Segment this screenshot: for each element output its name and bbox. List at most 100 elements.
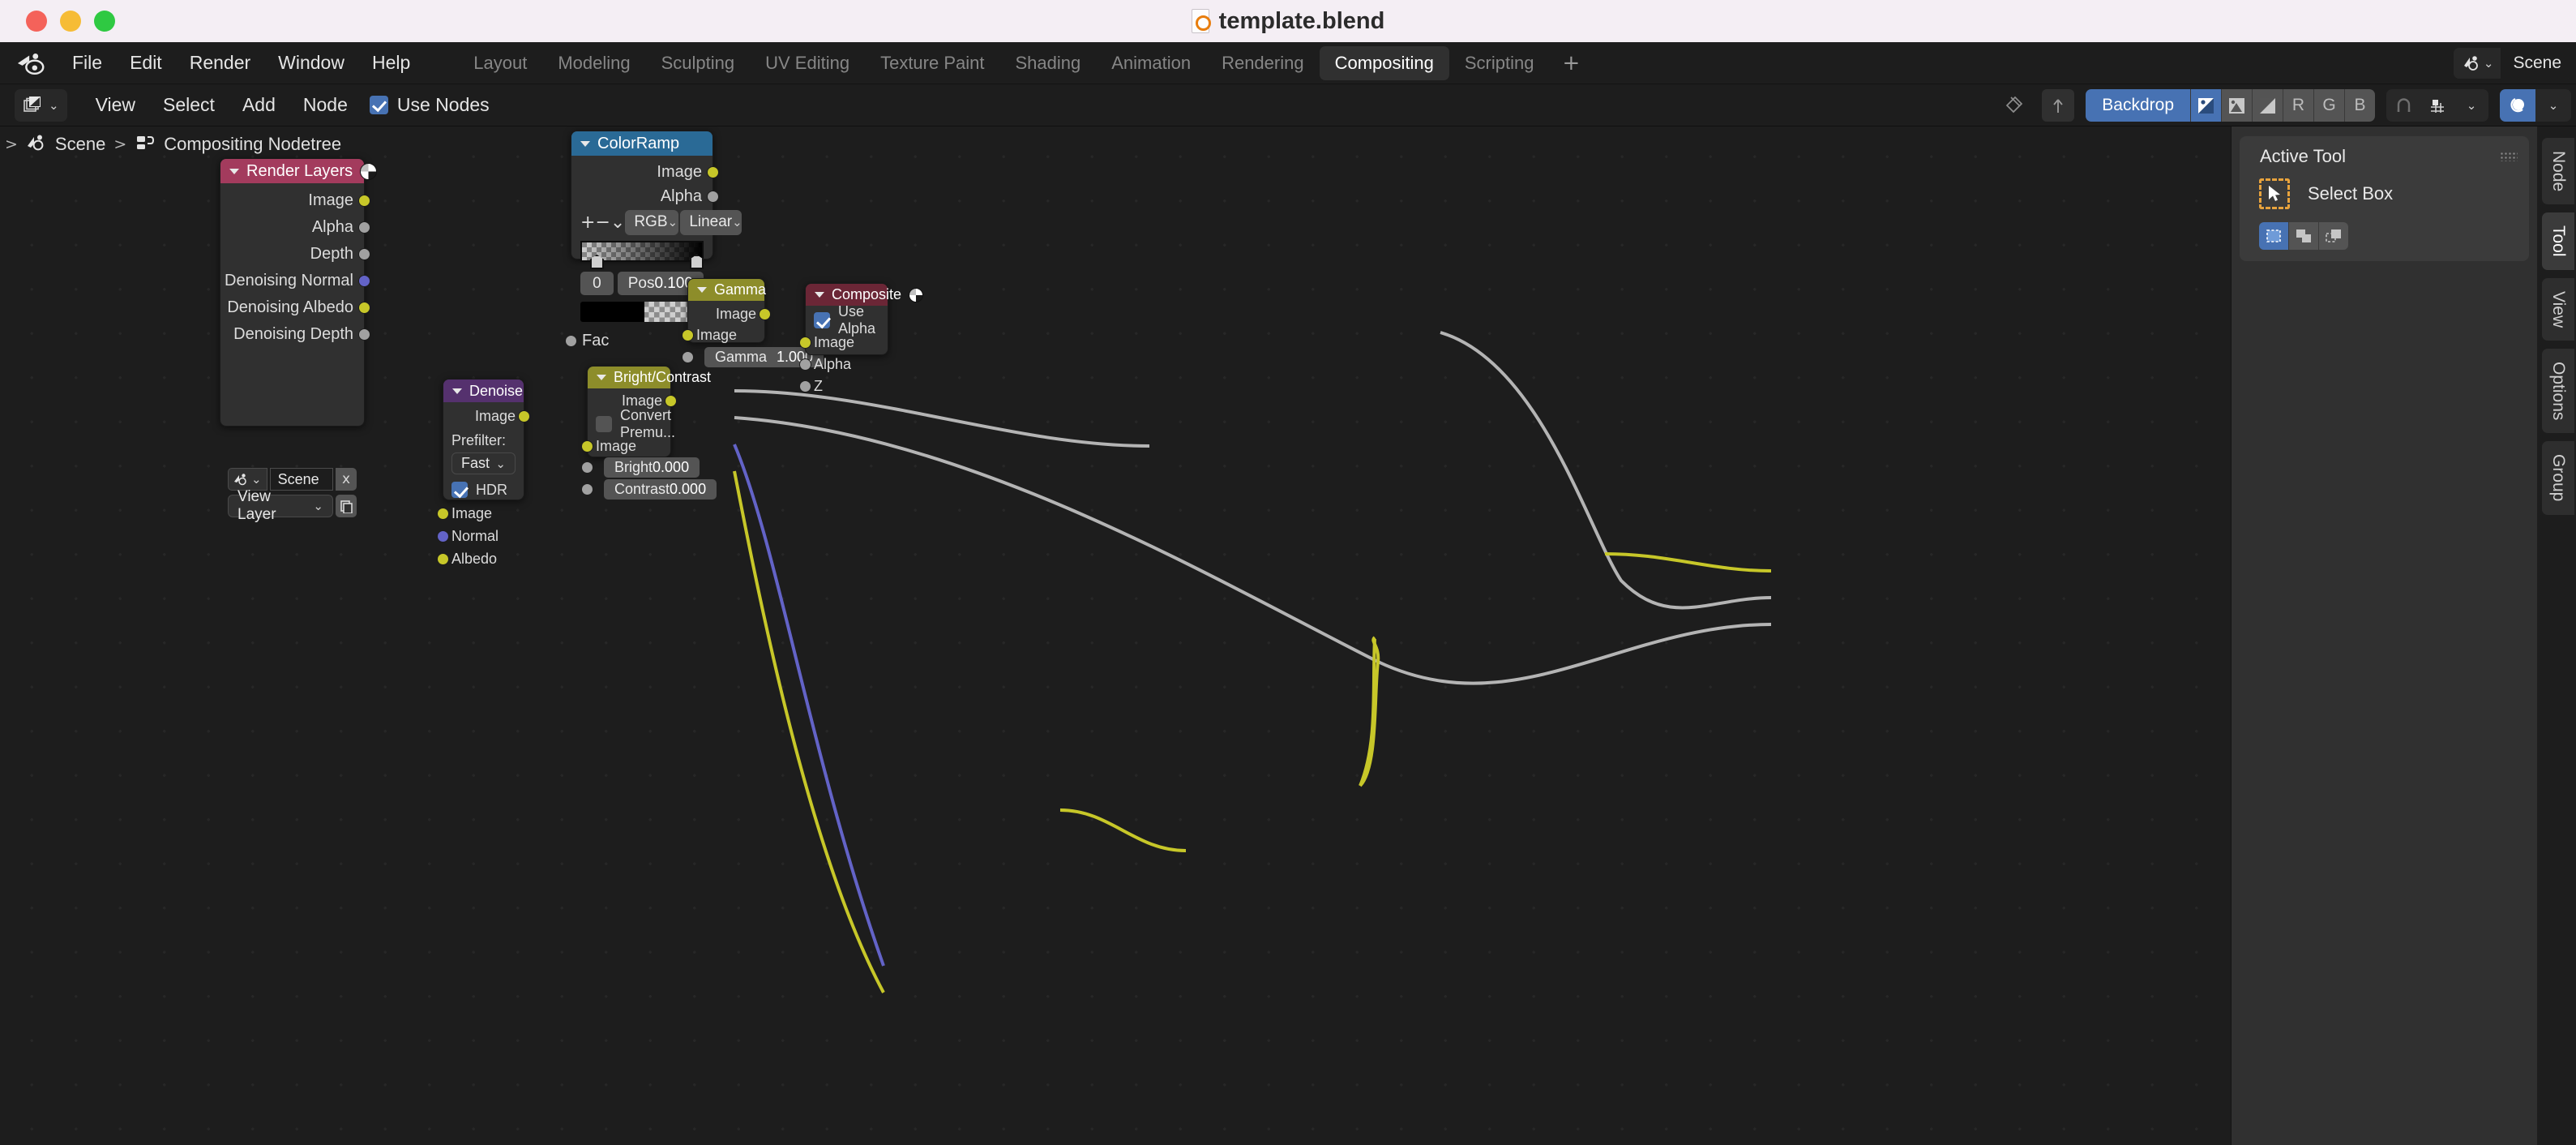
channel-color-alpha-icon[interactable] xyxy=(2190,89,2221,122)
input-socket-normal[interactable] xyxy=(437,530,449,542)
contrast-field[interactable]: Contrast 0.000 xyxy=(604,479,717,500)
breadcrumb-item-scene[interactable]: Scene xyxy=(55,134,105,155)
bright-field[interactable]: Bright 0.000 xyxy=(604,457,700,478)
use-alpha-toggle[interactable]: Use Alpha xyxy=(806,303,888,337)
sidebar-tab-tool[interactable]: Tool xyxy=(2542,212,2574,270)
color-mode-dropdown[interactable]: RGB ⌄ xyxy=(625,209,679,235)
hdr-toggle[interactable]: HDR xyxy=(443,478,524,502)
channel-color-icon[interactable] xyxy=(2221,89,2252,122)
extend-selection-icon[interactable] xyxy=(2289,222,2318,250)
use-nodes-toggle[interactable]: Use Nodes xyxy=(369,94,490,116)
remove-stop-button[interactable]: − xyxy=(595,210,610,234)
workspace-tab-shading[interactable]: Shading xyxy=(999,46,1096,80)
node-bright-contrast[interactable]: Bright/Contrast Image Convert Premu... I… xyxy=(581,366,717,500)
collapse-triangle-icon[interactable] xyxy=(452,388,462,394)
colorramp-menu-icon[interactable]: ⌄ xyxy=(610,210,625,234)
node-header[interactable]: Bright/Contrast xyxy=(588,367,711,388)
output-socket-image[interactable] xyxy=(707,165,719,178)
input-socket-image[interactable] xyxy=(437,507,449,520)
menu-render[interactable]: Render xyxy=(176,49,264,77)
use-alpha-checkbox[interactable] xyxy=(814,312,830,328)
channel-g-button[interactable]: G xyxy=(2313,89,2344,122)
scene-name-input[interactable]: Scene xyxy=(269,468,333,491)
output-socket-image[interactable] xyxy=(665,395,677,407)
workspace-tab-modeling[interactable]: Modeling xyxy=(542,46,645,80)
output-socket-image[interactable] xyxy=(518,410,530,422)
output-socket-image[interactable] xyxy=(358,195,370,207)
workspace-tab-texture-paint[interactable]: Texture Paint xyxy=(865,46,999,80)
scene-icon-button[interactable]: ⌄ xyxy=(228,468,267,491)
node-header[interactable]: Denoise xyxy=(443,380,524,402)
input-socket-image[interactable] xyxy=(682,329,694,341)
node-header[interactable]: Composite xyxy=(806,284,924,306)
output-socket-depth[interactable] xyxy=(358,248,370,260)
chevron-down-icon[interactable]: ⌄ xyxy=(2454,89,2488,122)
minimize-window-button[interactable] xyxy=(60,11,81,32)
panel-drag-grip[interactable] xyxy=(2500,152,2518,161)
copy-icon[interactable] xyxy=(336,495,357,517)
subtract-selection-icon[interactable] xyxy=(2319,222,2348,250)
menu-file[interactable]: File xyxy=(58,49,116,77)
hdr-checkbox[interactable] xyxy=(451,482,468,498)
sidebar-tab-options[interactable]: Options xyxy=(2542,348,2574,434)
ne-menu-select[interactable]: Select xyxy=(149,91,229,119)
colorramp-color-swatch[interactable] xyxy=(580,302,704,322)
input-socket-image[interactable] xyxy=(799,337,811,349)
overlays-icon[interactable] xyxy=(2500,89,2535,122)
sidebar-tab-node[interactable]: Node xyxy=(2542,138,2574,205)
colorramp-gradient-bar[interactable] xyxy=(580,241,704,269)
output-socket-denoising-albedo[interactable] xyxy=(358,302,370,314)
magnet-icon[interactable] xyxy=(2386,89,2420,122)
clear-scene-button[interactable]: x xyxy=(336,468,357,491)
channel-b-button[interactable]: B xyxy=(2344,89,2375,122)
ne-menu-node[interactable]: Node xyxy=(289,91,362,119)
breadcrumb-item-nodetree[interactable]: Compositing Nodetree xyxy=(164,134,341,155)
input-socket-z[interactable] xyxy=(799,380,811,392)
node-header[interactable]: Gamma xyxy=(688,279,766,301)
input-socket-contrast[interactable] xyxy=(581,483,593,495)
sidebar-tab-group[interactable]: Group xyxy=(2542,441,2574,515)
workspace-tab-layout[interactable]: Layout xyxy=(458,46,542,80)
collapse-triangle-icon[interactable] xyxy=(697,287,707,293)
view-layer-dropdown[interactable]: View Layer ⌄ xyxy=(228,488,333,523)
snap-grid-icon[interactable] xyxy=(2420,89,2454,122)
maximize-window-button[interactable] xyxy=(94,11,115,32)
scene-selector[interactable]: ⌄ Scene xyxy=(2453,48,2573,79)
output-socket-alpha[interactable] xyxy=(358,221,370,234)
input-socket-albedo[interactable] xyxy=(437,552,449,565)
input-socket-bright[interactable] xyxy=(581,461,593,474)
node-denoise[interactable]: Denoise Image Prefilter: Fast ⌄ HDR Imag… xyxy=(437,379,530,567)
scene-name-value[interactable]: Scene xyxy=(2501,48,2573,79)
pin-icon[interactable] xyxy=(1998,89,2030,122)
editor-type-selector[interactable]: ⌄ xyxy=(15,88,67,122)
sidebar-tab-view[interactable]: View xyxy=(2542,277,2574,341)
workspace-tab-uv-editing[interactable]: UV Editing xyxy=(750,46,865,80)
interpolation-dropdown[interactable]: Linear ⌄ xyxy=(680,209,742,235)
collapse-triangle-icon[interactable] xyxy=(580,140,590,147)
menu-edit[interactable]: Edit xyxy=(116,49,176,77)
ne-menu-add[interactable]: Add xyxy=(229,91,289,119)
collapse-triangle-icon[interactable] xyxy=(815,292,824,298)
workspace-tab-sculpting[interactable]: Sculpting xyxy=(646,46,751,80)
set-selection-icon[interactable] xyxy=(2259,222,2288,250)
colorramp-stop-right[interactable] xyxy=(690,255,704,269)
convert-premultiply-toggle[interactable]: Convert Premu... xyxy=(588,407,675,440)
workspace-tab-animation[interactable]: Animation xyxy=(1096,46,1206,80)
ne-menu-view[interactable]: View xyxy=(82,91,149,119)
arrow-up-icon[interactable] xyxy=(2042,89,2075,122)
output-socket-denoising-depth[interactable] xyxy=(358,328,370,341)
menu-window[interactable]: Window xyxy=(264,49,358,77)
workspace-tab-rendering[interactable]: Rendering xyxy=(1206,46,1320,80)
chevron-down-icon[interactable]: ⌄ xyxy=(2535,89,2571,122)
input-socket-gamma[interactable] xyxy=(682,351,694,363)
node-composite[interactable]: Composite Use Alpha Image Alpha Z xyxy=(799,283,924,394)
panel-header[interactable]: Active Tool xyxy=(2240,143,2529,174)
add-stop-button[interactable]: + xyxy=(580,210,595,234)
node-editor-canvas[interactable]: Render Layers Image Alpha Depth Denoisin… xyxy=(0,127,2231,1145)
output-socket-denoising-normal[interactable] xyxy=(358,275,370,287)
colorramp-stop-index[interactable]: 0 xyxy=(580,272,614,295)
channel-r-button[interactable]: R xyxy=(2283,89,2313,122)
collapse-triangle-icon[interactable] xyxy=(597,375,606,380)
breadcrumb-leading-chevron[interactable]: > xyxy=(5,135,18,153)
output-socket-alpha[interactable] xyxy=(707,190,719,203)
